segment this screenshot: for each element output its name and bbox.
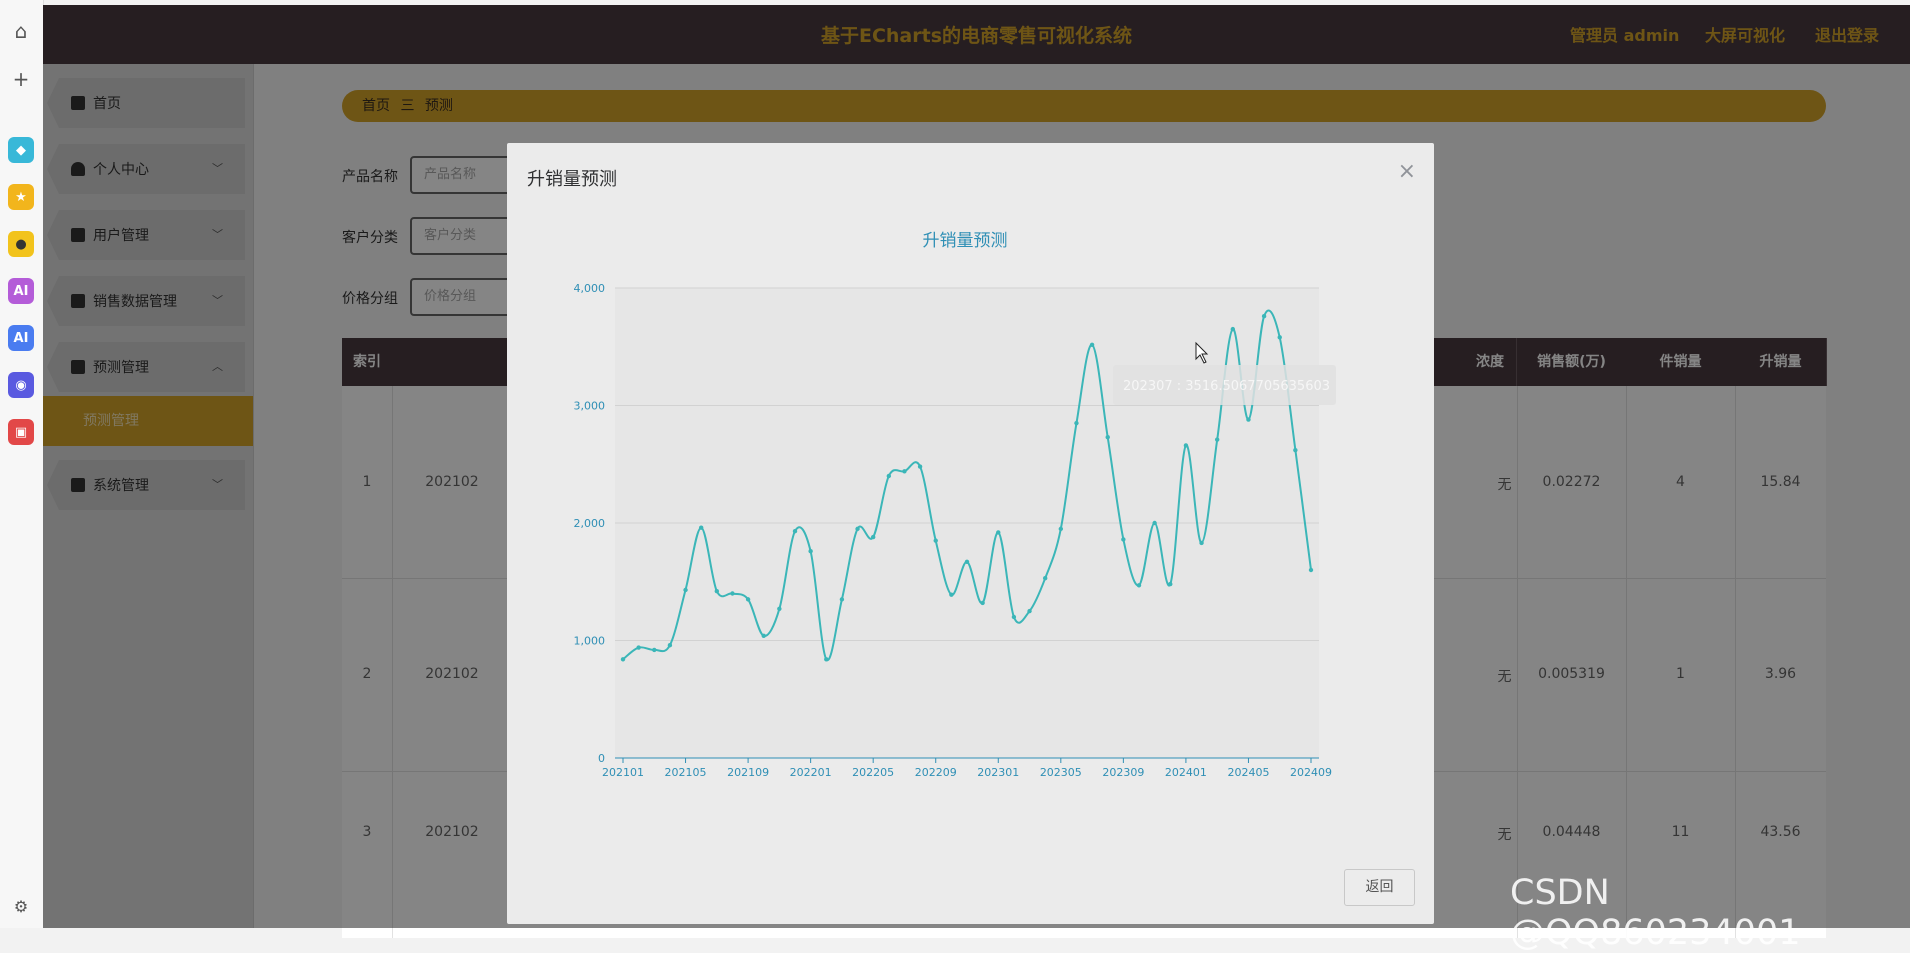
chat-app-icon[interactable]: ◉ bbox=[8, 372, 34, 398]
data-point[interactable] bbox=[714, 588, 720, 594]
data-point[interactable] bbox=[1183, 443, 1189, 448]
y-tick-label: 1,000 bbox=[574, 635, 606, 648]
data-point[interactable] bbox=[1089, 342, 1095, 348]
return-button[interactable]: 返回 bbox=[1344, 869, 1415, 906]
star-app-icon[interactable]: ★ bbox=[8, 184, 34, 210]
x-tick-label: 202401 bbox=[1165, 766, 1207, 779]
y-tick-label: 0 bbox=[598, 752, 605, 765]
x-tick-label: 202209 bbox=[915, 766, 957, 779]
data-point[interactable] bbox=[1214, 437, 1220, 442]
data-point[interactable] bbox=[1230, 326, 1236, 332]
data-point[interactable] bbox=[1136, 583, 1142, 588]
data-point[interactable] bbox=[683, 587, 688, 593]
y-axis-ticks: 0 1,000 2,000 3,000 4,000 bbox=[574, 282, 606, 765]
x-tick-label: 202101 bbox=[602, 766, 644, 779]
x-tick-label: 202201 bbox=[790, 766, 832, 779]
settings-icon[interactable]: ⚙ bbox=[8, 893, 34, 919]
y-tick-label: 2,000 bbox=[574, 517, 606, 530]
data-point[interactable] bbox=[933, 538, 938, 543]
forecast-dialog: 升销量预测 × 升销量预测 0 1,000 2,000 3,000 4,000 2021… bbox=[507, 143, 1434, 924]
data-point[interactable] bbox=[886, 473, 892, 479]
chart-tooltip: 202307 : 3516.5067705635603 bbox=[1113, 365, 1336, 405]
data-point[interactable] bbox=[949, 592, 954, 597]
data-point[interactable] bbox=[1246, 417, 1251, 422]
data-point[interactable] bbox=[1261, 314, 1267, 319]
data-point[interactable] bbox=[652, 647, 657, 653]
y-tick-label: 3,000 bbox=[574, 400, 606, 413]
forecast-line-chart[interactable]: 升销量预测 0 1,000 2,000 3,000 4,000 202101 202105… bbox=[507, 143, 1434, 843]
data-point[interactable] bbox=[917, 464, 923, 469]
x-axis-ticks: 202101 202105 202109 202201 202205 202209 2023… bbox=[602, 758, 1332, 779]
x-tick-label: 202301 bbox=[977, 766, 1019, 779]
data-point[interactable] bbox=[761, 633, 766, 638]
x-tick-label: 202405 bbox=[1227, 766, 1269, 779]
plus-icon[interactable]: + bbox=[8, 66, 34, 92]
tooltip-text: 202307 : 3516.5067705635603 bbox=[1123, 379, 1330, 394]
x-tick-label: 202309 bbox=[1102, 766, 1144, 779]
data-point[interactable] bbox=[1152, 520, 1157, 526]
data-point[interactable] bbox=[698, 525, 704, 530]
y-tick-label: 4,000 bbox=[574, 282, 606, 295]
x-tick-label: 202205 bbox=[852, 766, 894, 779]
data-point[interactable] bbox=[1058, 526, 1064, 532]
data-point[interactable] bbox=[1011, 614, 1017, 620]
data-point[interactable] bbox=[730, 591, 735, 596]
app-icon-1[interactable]: ◆ bbox=[8, 137, 34, 163]
x-tick-label: 202409 bbox=[1290, 766, 1332, 779]
x-tick-label: 202109 bbox=[727, 766, 769, 779]
data-point[interactable] bbox=[1027, 608, 1032, 614]
data-point[interactable] bbox=[1121, 537, 1126, 542]
data-point[interactable] bbox=[667, 643, 673, 648]
data-point[interactable] bbox=[839, 597, 845, 602]
data-point[interactable] bbox=[1199, 540, 1204, 546]
x-tick-label: 202305 bbox=[1040, 766, 1082, 779]
ai-app-icon-1[interactable]: AI bbox=[8, 278, 34, 304]
bot-app-icon[interactable]: ● bbox=[8, 231, 34, 257]
x-tick-label: 202105 bbox=[665, 766, 707, 779]
chart-title: 升销量预测 bbox=[923, 231, 1008, 251]
data-point[interactable] bbox=[1277, 335, 1282, 340]
data-point[interactable] bbox=[824, 657, 829, 662]
data-point[interactable] bbox=[620, 657, 626, 662]
data-point[interactable] bbox=[808, 549, 813, 554]
data-point[interactable] bbox=[1308, 567, 1314, 573]
data-point[interactable] bbox=[1042, 576, 1048, 581]
ai-app-label-1: AI bbox=[13, 283, 29, 299]
watermark: CSDN @QQ860234001 bbox=[1510, 873, 1801, 953]
ai-app-label-2: AI bbox=[13, 330, 29, 346]
data-point[interactable] bbox=[1074, 420, 1079, 426]
home-icon[interactable]: ⌂ bbox=[8, 18, 34, 44]
data-point[interactable] bbox=[1293, 447, 1298, 453]
data-point[interactable] bbox=[996, 530, 1001, 535]
data-point[interactable] bbox=[870, 534, 876, 540]
data-point[interactable] bbox=[777, 606, 782, 611]
data-point[interactable] bbox=[636, 645, 641, 650]
data-point[interactable] bbox=[855, 526, 860, 532]
data-point[interactable] bbox=[1168, 581, 1173, 587]
data-point[interactable] bbox=[902, 469, 907, 474]
data-point[interactable] bbox=[980, 600, 985, 606]
launcher-rail: ⌂ + ◆ ★ ● AI AI ◉ ▣ ⚙ bbox=[0, 0, 44, 928]
game-app-icon[interactable]: ▣ bbox=[8, 419, 34, 445]
data-point[interactable] bbox=[745, 597, 751, 602]
data-point[interactable] bbox=[1105, 435, 1110, 440]
ai-app-icon-2[interactable]: AI bbox=[8, 325, 34, 351]
data-point[interactable] bbox=[792, 529, 798, 534]
data-point[interactable] bbox=[964, 559, 970, 564]
